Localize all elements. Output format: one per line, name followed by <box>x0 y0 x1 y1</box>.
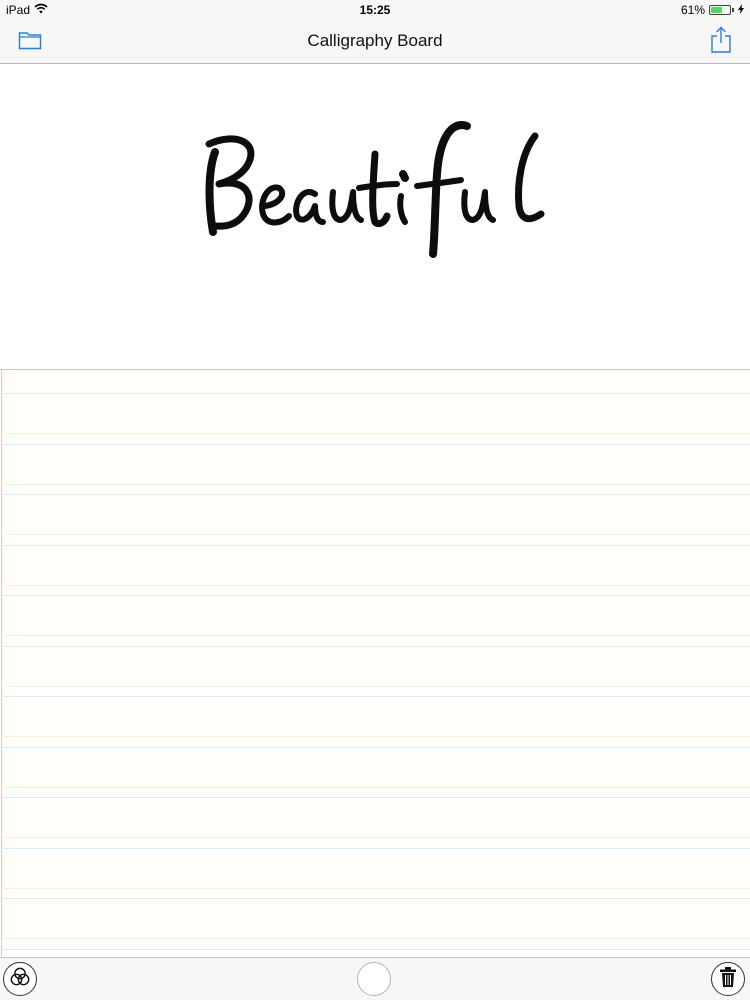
top-chrome: iPad 15:25 61% Calligraphy Board <box>0 0 750 64</box>
battery-icon <box>709 5 731 15</box>
rule-guide-line <box>0 837 750 838</box>
page-title: Calligraphy Board <box>307 31 443 50</box>
charging-bolt-icon <box>738 3 744 17</box>
rule-line <box>0 645 750 647</box>
share-button[interactable] <box>705 26 737 58</box>
rule-line <box>0 746 750 748</box>
handwritten-drawing <box>195 114 565 269</box>
rule-guide-line <box>0 433 750 434</box>
color-palette-icon <box>8 965 32 994</box>
rule-guide-line <box>0 483 750 485</box>
margin-line <box>1 370 2 957</box>
rule-guide-line <box>0 736 750 737</box>
rule-line <box>0 494 750 495</box>
status-right: 61% <box>681 3 744 17</box>
rule-guide-line <box>0 685 750 687</box>
rule-guide-line <box>0 887 750 889</box>
drawing-canvas[interactable] <box>0 64 750 369</box>
rule-line <box>0 393 750 394</box>
share-icon <box>710 26 732 59</box>
rule-line <box>0 898 750 899</box>
rule-line <box>0 595 750 596</box>
calligraphy-board-screen: iPad 15:25 61% Calligraphy Board <box>0 0 750 1000</box>
rule-line <box>0 797 750 798</box>
rule-guide-line <box>0 635 750 636</box>
brush-strokes <box>205 121 545 258</box>
bottom-toolbar <box>0 957 750 1000</box>
rule-guide-line <box>0 584 750 586</box>
status-time: 15:25 <box>359 3 391 17</box>
nav-bar: Calligraphy Board <box>0 20 750 63</box>
color-palette-button[interactable] <box>3 962 37 996</box>
rule-guide-line <box>0 786 750 788</box>
ruled-paper[interactable] <box>0 369 750 957</box>
rule-line <box>0 948 750 950</box>
battery-fill <box>711 7 722 13</box>
battery-nub <box>732 8 734 12</box>
rule-guide-line <box>0 938 750 939</box>
brush-size-button[interactable] <box>357 962 391 996</box>
rule-line <box>0 847 750 849</box>
rule-line <box>0 696 750 697</box>
rule-line <box>0 544 750 546</box>
rule-line <box>0 443 750 445</box>
status-bar: iPad 15:25 61% <box>0 0 750 20</box>
trash-icon <box>719 966 737 993</box>
battery-percent: 61% <box>680 3 705 17</box>
trash-button[interactable] <box>711 962 745 996</box>
rule-guide-line <box>0 534 750 535</box>
